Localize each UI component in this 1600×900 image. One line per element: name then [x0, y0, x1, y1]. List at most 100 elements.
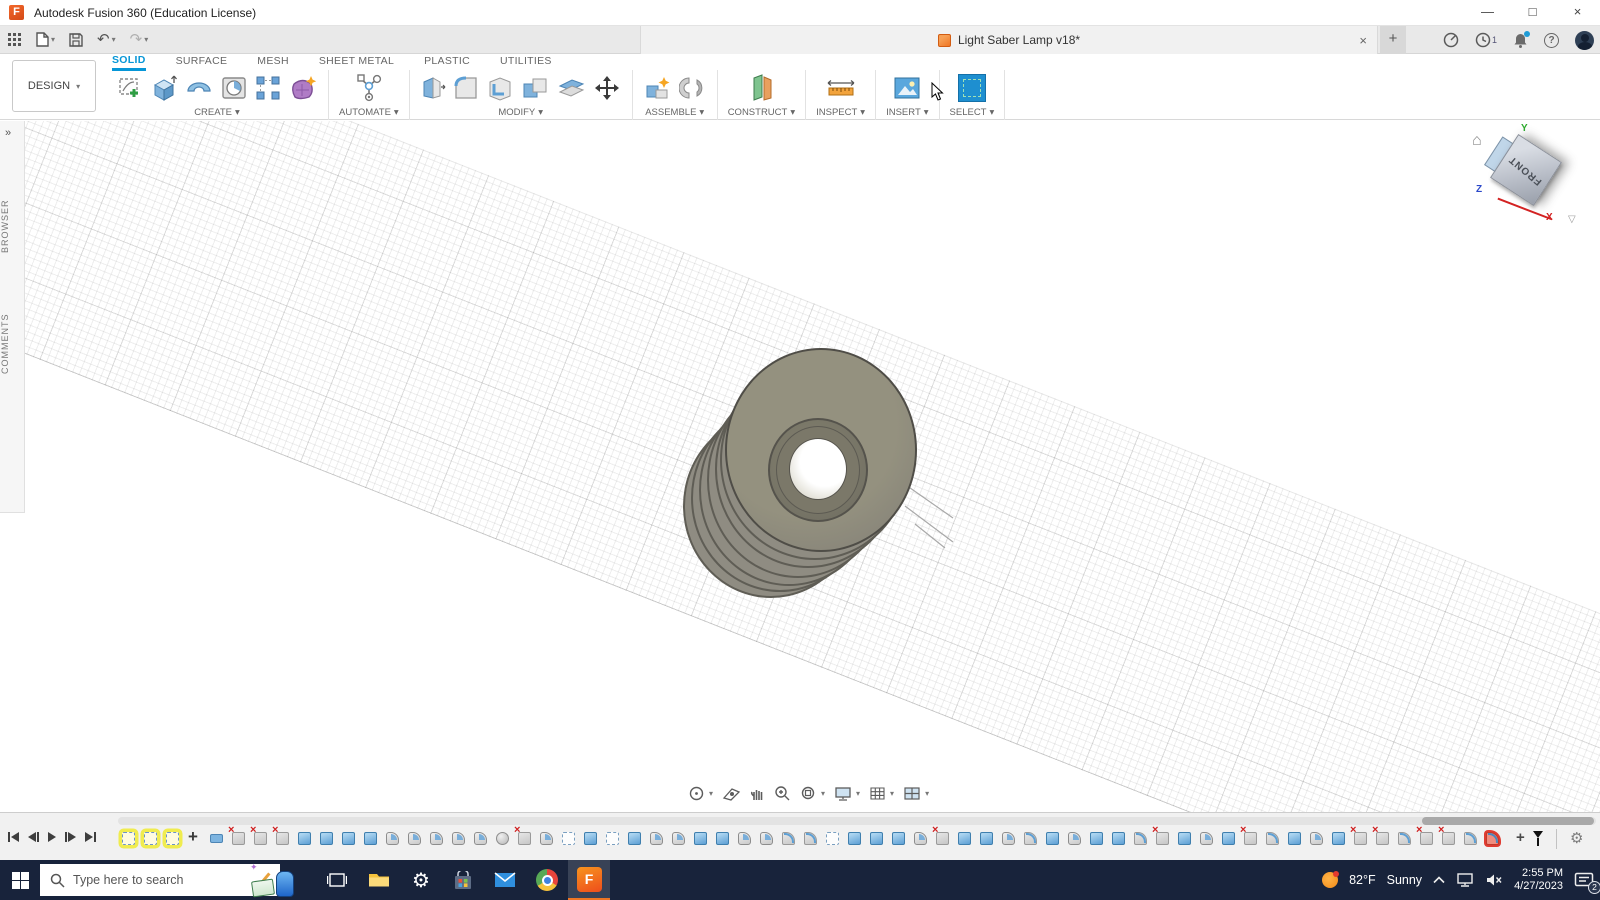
insert-group-label[interactable]: INSERT▾ [886, 107, 928, 118]
automate-icon[interactable] [352, 73, 386, 103]
fusion360-taskbar-icon[interactable]: F [568, 860, 610, 900]
timeline-feature-revolve-icon[interactable] [1200, 832, 1213, 845]
document-tab-close-icon[interactable]: × [1359, 33, 1367, 48]
timeline-feature-sketch-icon[interactable] [826, 832, 839, 845]
timeline-feature-revolve-icon[interactable] [738, 832, 751, 845]
timeline-feature-sketch-icon[interactable] [562, 832, 575, 845]
timeline-feature-extrude-icon[interactable] [628, 832, 641, 845]
timeline-feature-suppressed-icon[interactable] [1442, 832, 1455, 845]
timeline-feature-fillet-icon[interactable] [1398, 832, 1411, 845]
select-group-label[interactable]: SELECT▾ [950, 107, 995, 118]
avatar[interactable] [1575, 31, 1594, 50]
viewports-button[interactable]: ▾ [903, 786, 929, 801]
step-forward-button[interactable] [65, 832, 76, 842]
orbit-button[interactable]: ▾ [688, 785, 713, 802]
go-to-end-button[interactable] [85, 832, 96, 842]
job-status-icon[interactable]: 1 [1475, 32, 1497, 48]
timeline-feature-extrude-icon[interactable] [892, 832, 905, 845]
action-center-icon[interactable]: 2 [1574, 872, 1594, 889]
construct-plane-icon[interactable] [746, 73, 776, 103]
taskbar-clock[interactable]: 2:55 PM 4/27/2023 [1514, 867, 1563, 893]
timeline-feature-extrude-icon[interactable] [364, 832, 377, 845]
network-icon[interactable] [1456, 873, 1474, 887]
save-button[interactable] [69, 33, 83, 47]
insert-canvas-icon[interactable] [892, 75, 922, 101]
timeline-settings-gear-icon[interactable]: ⚙ [1570, 829, 1583, 847]
construct-group-label[interactable]: CONSTRUCT▾ [728, 107, 795, 118]
task-view-icon[interactable] [316, 860, 358, 900]
timeline-feature-extrude-icon[interactable] [1288, 832, 1301, 845]
timeline-feature-fillet-selected-icon[interactable] [1486, 832, 1499, 845]
close-button[interactable]: × [1555, 0, 1600, 26]
volume-muted-icon[interactable] [1485, 873, 1503, 887]
timeline-feature-fillet-icon[interactable] [804, 832, 817, 845]
timeline-feature-sketch-highlighted-icon[interactable] [144, 832, 157, 845]
extensions-icon[interactable] [1443, 32, 1459, 48]
redo-button[interactable]: ↷▾ [130, 32, 149, 47]
timeline-feature-sketch-highlighted-icon[interactable] [166, 832, 179, 845]
tab-utilities[interactable]: UTILITIES [500, 55, 552, 69]
microsoft-store-icon[interactable] [442, 860, 484, 900]
timeline-feature-suppressed-icon[interactable] [936, 832, 949, 845]
timeline-feature-fillet-icon[interactable] [1266, 832, 1279, 845]
timeline-feature-revolve-icon[interactable] [1310, 832, 1323, 845]
move-copy-icon[interactable] [592, 73, 622, 103]
fit-button[interactable]: ▾ [800, 785, 825, 802]
timeline-feature-suppressed-icon[interactable] [1354, 832, 1367, 845]
inspect-group-label[interactable]: INSPECT▾ [816, 107, 865, 118]
timeline-feature-suppressed-icon[interactable] [1420, 832, 1433, 845]
timeline-feature-revolve-icon[interactable] [430, 832, 443, 845]
app-grid-icon[interactable] [8, 33, 22, 47]
model-viewport[interactable]: ⌂ FRONT Y Z X ▽ » BROWSER COMMENTS ▾ [0, 121, 1600, 812]
timeline-feature-fillet-icon[interactable] [1134, 832, 1147, 845]
shell-icon[interactable] [486, 74, 514, 102]
timeline-feature-extrude-icon[interactable] [1090, 832, 1103, 845]
timeline-feature-extrude-icon[interactable] [716, 832, 729, 845]
timeline-feature-extrude-icon[interactable] [848, 832, 861, 845]
combine-icon[interactable] [520, 74, 550, 102]
expand-panel-icon[interactable]: » [5, 127, 11, 139]
model-body[interactable] [665, 336, 965, 666]
go-to-start-button[interactable] [8, 832, 19, 842]
display-settings-button[interactable]: ▾ [834, 786, 860, 802]
extrude-icon[interactable] [150, 74, 178, 102]
chrome-icon[interactable] [526, 860, 568, 900]
pattern-icon[interactable] [254, 74, 282, 102]
tab-mesh[interactable]: MESH [257, 55, 289, 69]
create-form-icon[interactable] [288, 74, 318, 102]
settings-gear-icon[interactable]: ⚙ [400, 860, 442, 900]
measure-icon[interactable] [824, 75, 858, 101]
timeline-feature-revolve-icon[interactable] [474, 832, 487, 845]
create-sketch-icon[interactable] [116, 74, 144, 102]
search-highlight-graphic[interactable]: ✦ [250, 860, 302, 900]
home-view-icon[interactable]: ⌂ [1472, 132, 1482, 150]
timeline-feature-revolve-icon[interactable] [452, 832, 465, 845]
timeline-feature-extrude-icon[interactable] [1222, 832, 1235, 845]
weather-sun-icon[interactable] [1322, 872, 1338, 888]
timeline-feature-fillet-icon[interactable] [782, 832, 795, 845]
marker-move-icon[interactable]: + [1516, 831, 1525, 844]
timeline-feature-extrude-icon[interactable] [1332, 832, 1345, 845]
timeline-feature-extrude-icon[interactable] [584, 832, 597, 845]
timeline-feature-suppressed-icon[interactable] [518, 832, 531, 845]
minimize-button[interactable]: — [1465, 0, 1510, 26]
step-back-button[interactable] [28, 832, 39, 842]
file-explorer-icon[interactable] [358, 860, 400, 900]
pan-button[interactable] [750, 786, 765, 802]
timeline-feature-suppressed-icon[interactable] [1244, 832, 1257, 845]
timeline-feature-suppressed-icon[interactable] [1156, 832, 1169, 845]
timeline-feature-extrude-icon[interactable] [1178, 832, 1191, 845]
new-component-icon[interactable] [643, 74, 673, 102]
timeline-feature-sketch-icon[interactable] [606, 832, 619, 845]
workspace-selector[interactable]: DESIGN ▾ [12, 60, 96, 112]
hole-icon[interactable] [220, 74, 248, 102]
automate-group-label[interactable]: AUTOMATE▾ [339, 107, 399, 118]
timeline-position-marker[interactable]: + [1516, 831, 1543, 846]
timeline-feature-revolve-icon[interactable] [386, 832, 399, 845]
comments-panel-tab[interactable]: COMMENTS [0, 296, 25, 391]
timeline-feature-sketch-highlighted-icon[interactable] [122, 832, 135, 845]
tab-sheet-metal[interactable]: SHEET METAL [319, 55, 394, 69]
timeline-feature-extrude-icon[interactable] [958, 832, 971, 845]
tab-surface[interactable]: SURFACE [176, 55, 228, 69]
assemble-group-label[interactable]: ASSEMBLE▾ [645, 107, 704, 118]
